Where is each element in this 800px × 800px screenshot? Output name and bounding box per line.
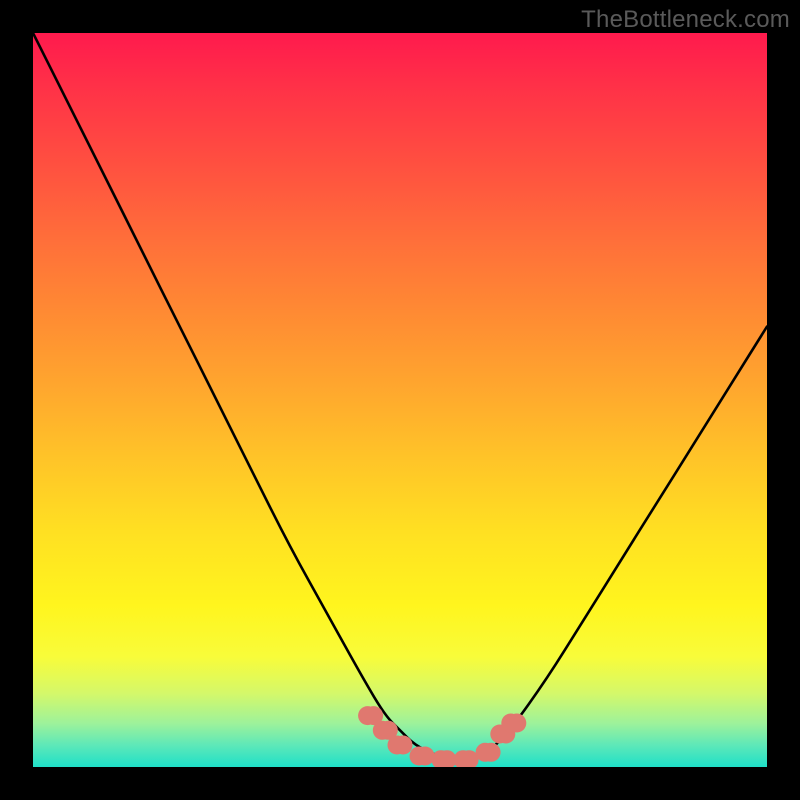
marker-point — [476, 743, 501, 762]
bottleneck-curve — [33, 33, 767, 760]
curve-markers — [358, 706, 526, 767]
bottleneck-chart — [33, 33, 767, 767]
marker-point — [388, 736, 413, 755]
marker-point — [501, 714, 526, 733]
marker-point — [454, 750, 479, 767]
attribution-text: TheBottleneck.com — [581, 6, 790, 34]
marker-point — [410, 747, 435, 766]
plot-area — [33, 33, 767, 767]
marker-point — [432, 750, 457, 767]
